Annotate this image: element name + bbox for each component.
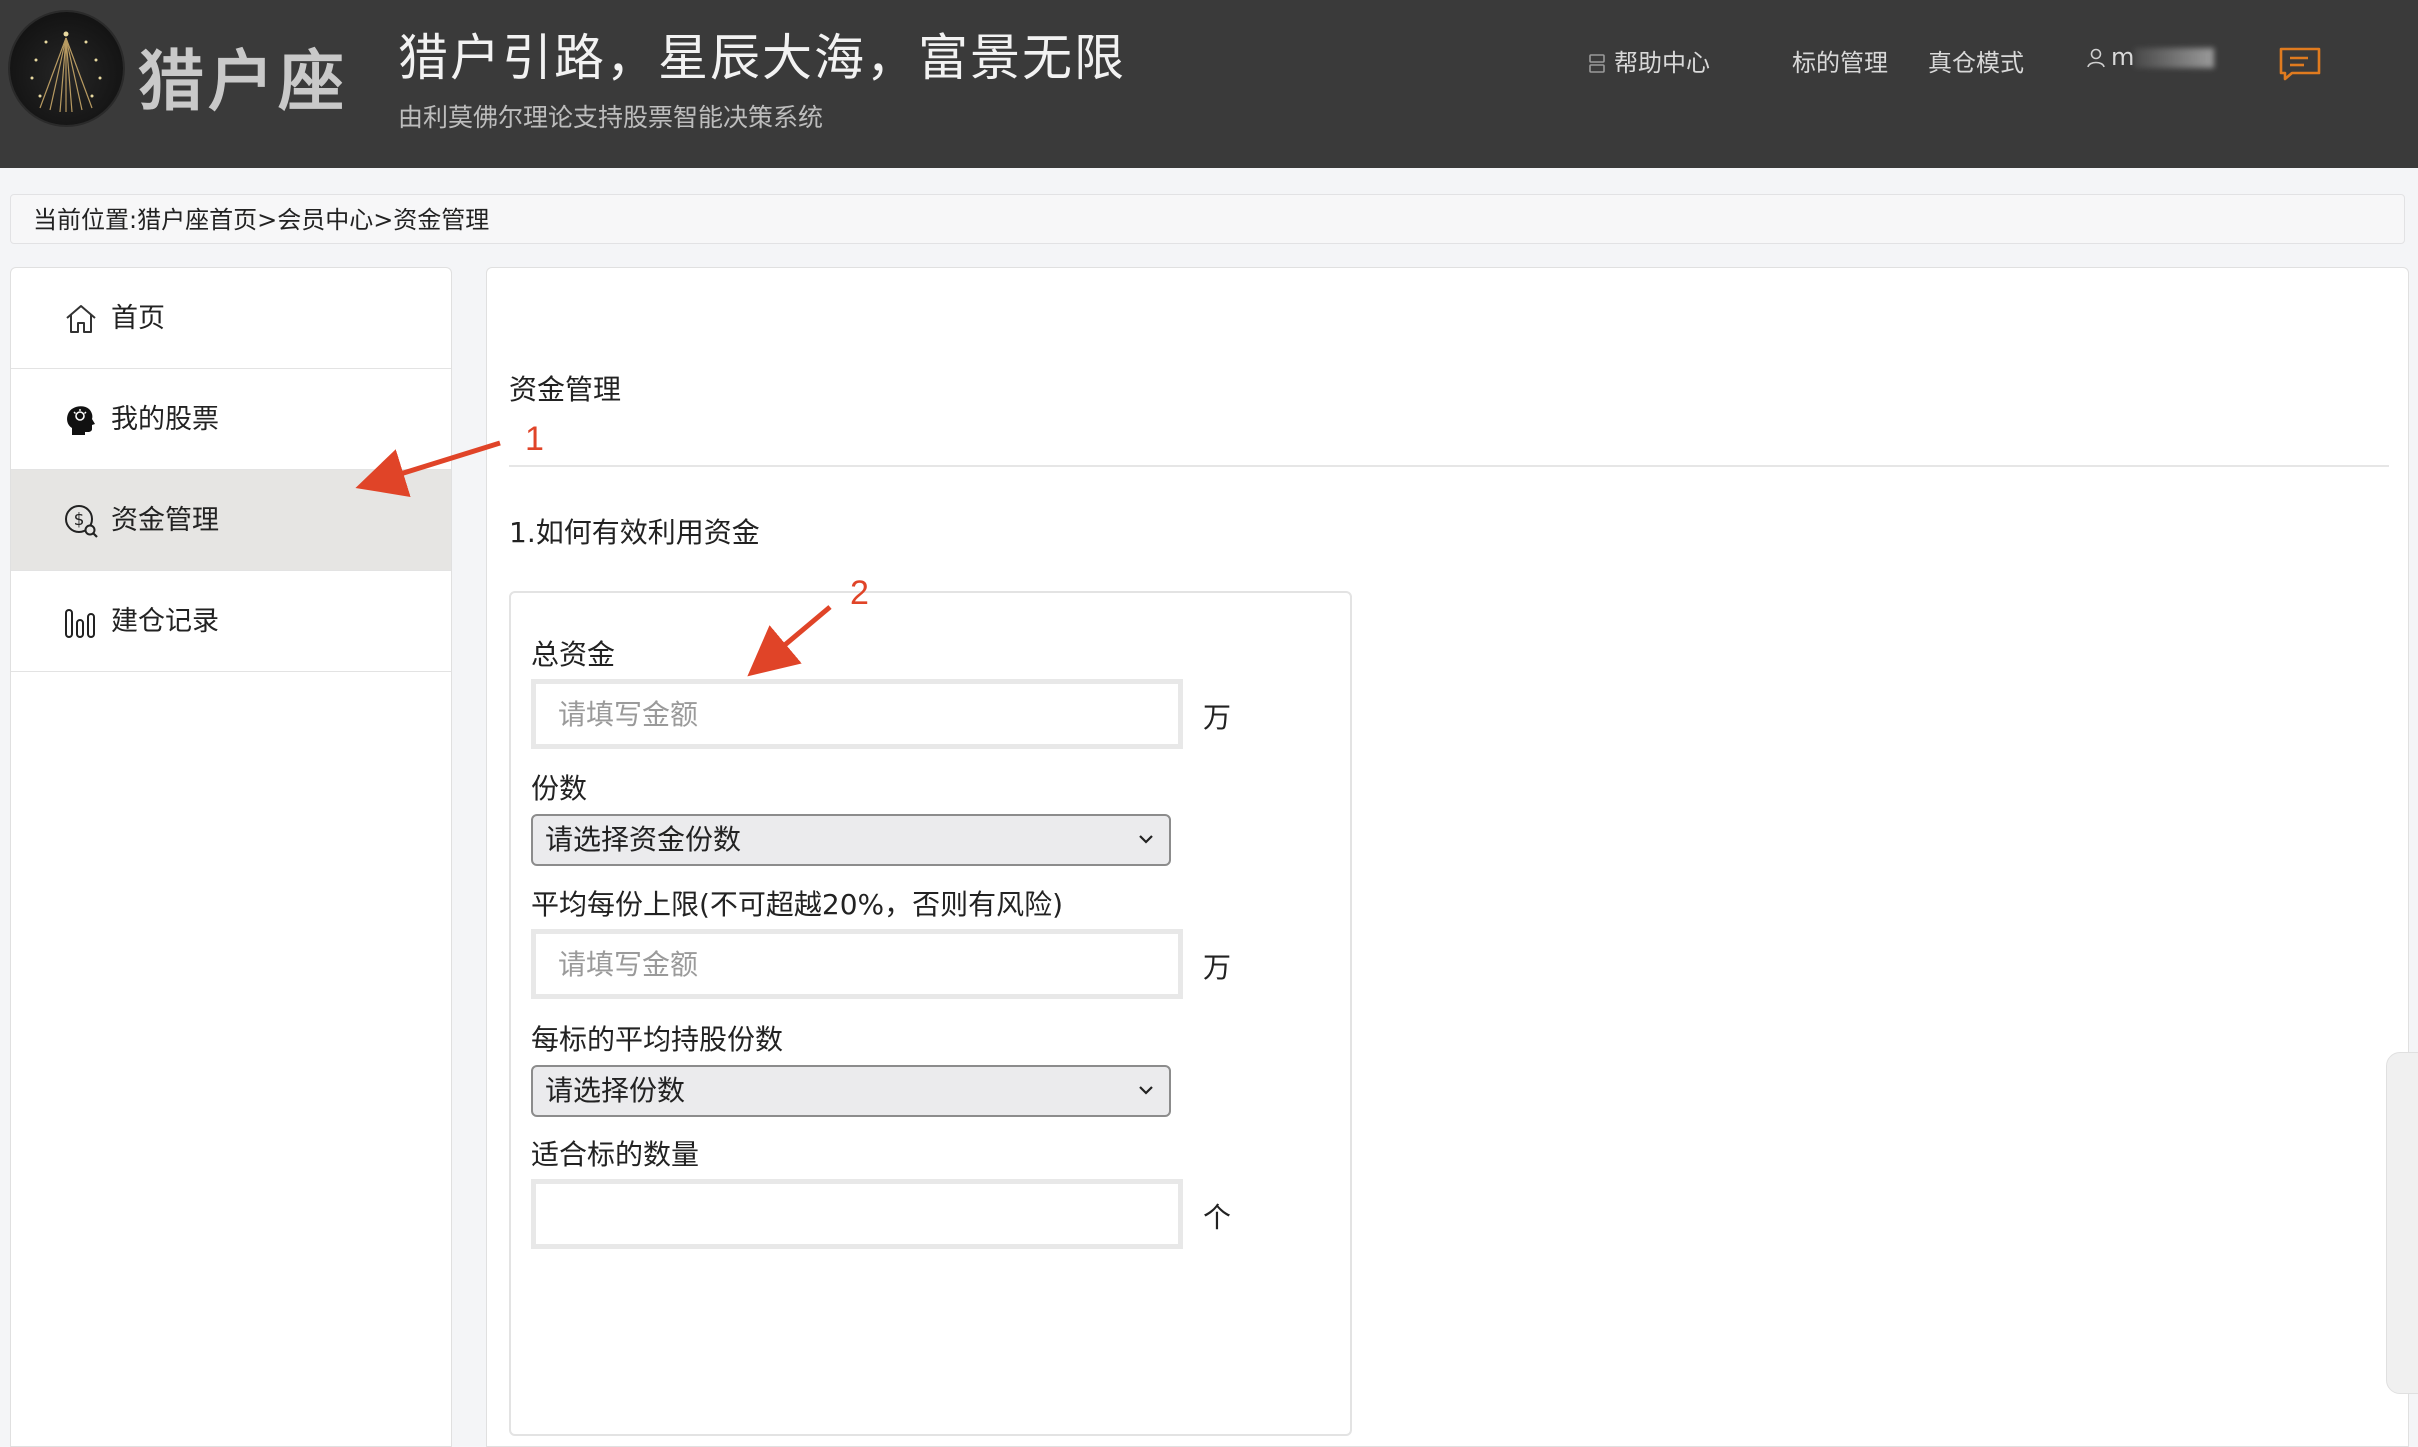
nav-real-mode[interactable]: 真仓模式 (1928, 43, 2024, 78)
top-header: 猎户座 猎户引路，星辰大海，富景无限 由利莫佛尔理论支持股票智能决策系统 帮助中… (0, 0, 2418, 168)
per-target-shares-label: 每标的平均持股份数 (531, 1023, 784, 1056)
sidebar: 首页 我的股票 $ 资金管理 建仓记录 (10, 267, 452, 1447)
sidebar-item-fund-management[interactable]: $ 资金管理 (11, 470, 451, 571)
total-funds-label: 总资金 (531, 638, 616, 671)
logo-text[interactable]: 猎户座 (138, 28, 348, 124)
home-icon (66, 305, 96, 333)
nav-target-manage[interactable]: 标的管理 (1792, 43, 1888, 78)
sidebar-item-my-stocks[interactable]: 我的股票 (11, 369, 451, 470)
nav-help-label: 帮助中心 (1614, 49, 1710, 77)
annotation-number-1: 1 (525, 420, 544, 458)
breadcrumb: 当前位置:猎户座首页>会员中心>资金管理 (10, 194, 2405, 244)
sidebar-item-position-records[interactable]: 建仓记录 (11, 571, 451, 672)
fund-form-card: 总资金 万 份数 请选择资金份数 平均每份上限(不可超越20%，否则有风险) 万… (509, 591, 1352, 1436)
avg-limit-unit: 万 (1203, 951, 1232, 984)
sidebar-item-home[interactable]: 首页 (11, 268, 451, 369)
nav-user-menu[interactable]: m (2085, 43, 2215, 71)
sidebar-item-label: 首页 (111, 303, 165, 334)
shares-select-value: 请选择资金份数 (545, 823, 742, 856)
bar-chart-icon (65, 609, 95, 638)
logo-icon[interactable] (10, 12, 123, 125)
chevron-down-icon (1139, 835, 1153, 844)
help-doc-icon (1589, 54, 1605, 73)
sidebar-item-label: 建仓记录 (111, 606, 219, 637)
sidebar-item-label: 我的股票 (111, 404, 219, 435)
target-count-input[interactable] (531, 1179, 1183, 1249)
header-subtitle: 由利莫佛尔理论支持股票智能决策系统 (398, 103, 824, 132)
head-idea-icon (67, 406, 95, 435)
shares-label: 份数 (531, 772, 588, 805)
user-name: m (2111, 43, 2135, 71)
target-count-unit: 个 (1203, 1201, 1232, 1234)
user-name-blurred (2134, 48, 2215, 68)
shares-select[interactable]: 请选择资金份数 (531, 814, 1171, 866)
side-scroll-tab[interactable] (2386, 1052, 2418, 1394)
sidebar-item-label: 资金管理 (111, 505, 219, 536)
header-slogan: 猎户引路，星辰大海，富景无限 (398, 29, 1126, 87)
user-icon (2087, 48, 2105, 68)
page-title: 资金管理 (509, 373, 622, 406)
avg-limit-input[interactable] (531, 929, 1183, 999)
section-heading: 1.如何有效利用资金 (509, 516, 760, 549)
per-target-select-value: 请选择份数 (545, 1074, 686, 1107)
avg-limit-label: 平均每份上限(不可超越20%，否则有风险) (531, 888, 1064, 921)
total-funds-unit: 万 (1203, 701, 1232, 734)
main-panel: 资金管理 1.如何有效利用资金 总资金 万 份数 请选择资金份数 平均每份上限(… (486, 267, 2409, 1447)
nav-help-center[interactable]: 帮助中心 (1588, 43, 1710, 78)
total-funds-input[interactable] (531, 679, 1183, 749)
per-target-shares-select[interactable]: 请选择份数 (531, 1065, 1171, 1117)
chevron-down-icon (1139, 1086, 1153, 1095)
money-search-icon: $ (65, 505, 98, 538)
target-count-label: 适合标的数量 (531, 1138, 700, 1171)
message-icon[interactable] (2278, 46, 2322, 82)
annotation-number-2: 2 (850, 574, 869, 612)
svg-text:$: $ (74, 510, 85, 530)
divider (509, 465, 2389, 467)
